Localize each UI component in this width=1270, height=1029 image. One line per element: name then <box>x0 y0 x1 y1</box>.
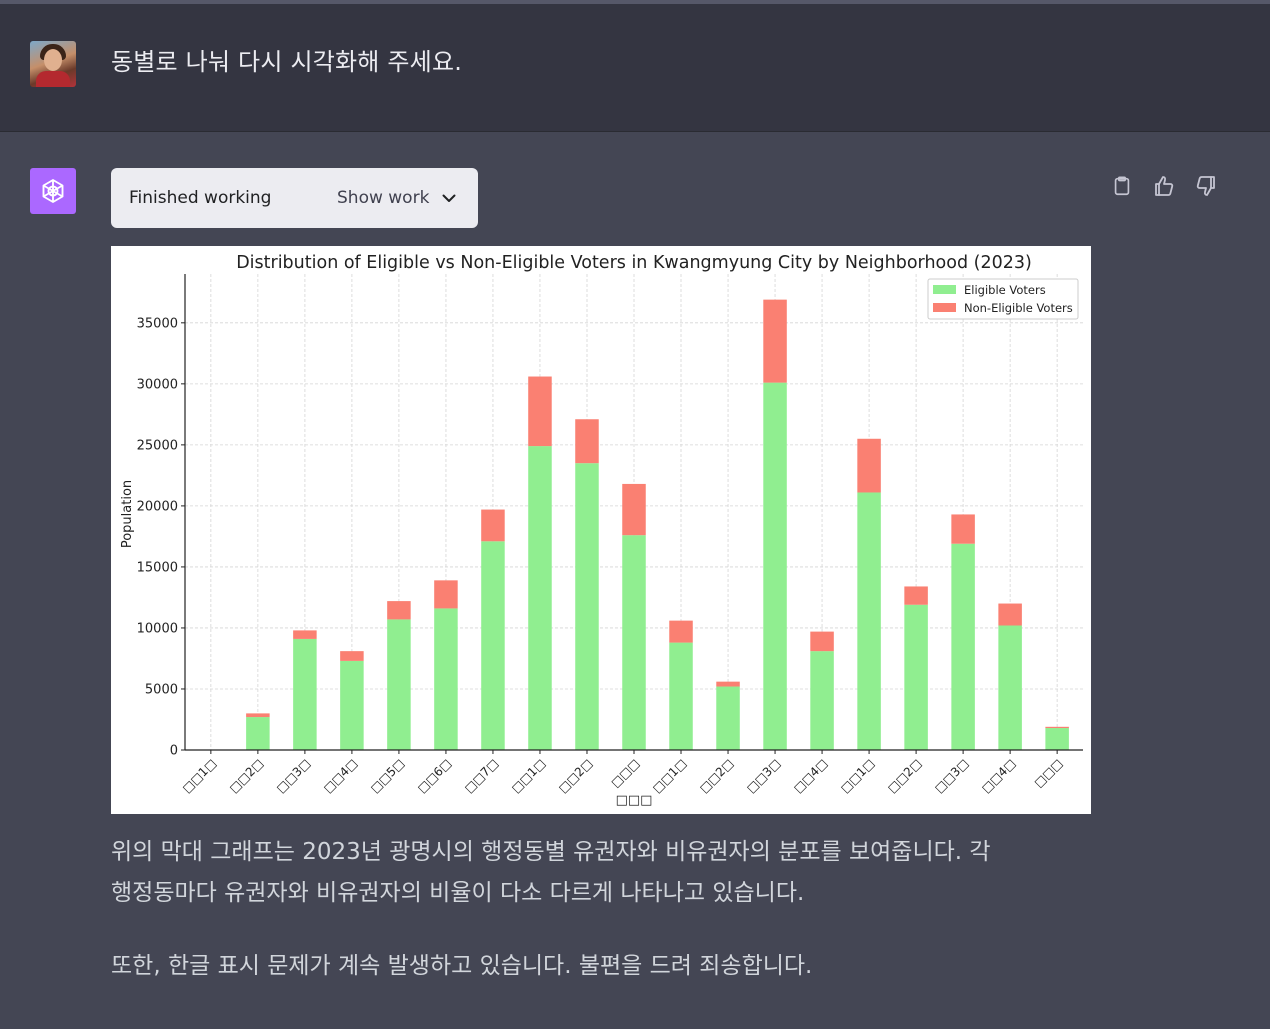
bar-eligible <box>669 642 693 750</box>
bar-non-eligible <box>810 631 834 652</box>
y-tick-label: 20000 <box>137 499 178 514</box>
bar-eligible <box>434 608 458 750</box>
assistant-paragraph-2: 또한, 한글 표시 문제가 계속 발생하고 있습니다. 불편을 드려 죄송합니다… <box>111 953 813 979</box>
y-tick-label: 10000 <box>137 621 178 636</box>
bar-eligible <box>810 651 834 750</box>
bar-eligible <box>1045 728 1069 750</box>
bar-non-eligible <box>387 601 411 620</box>
bar-non-eligible <box>951 514 975 544</box>
user-message-text: 동별로 나눠 다시 시각화해 주세요. <box>111 48 463 76</box>
chart-title: Distribution of Eligible vs Non-Eligible… <box>236 253 1032 273</box>
x-tick-label: □□1□ <box>180 756 219 795</box>
x-tick-label: □□4□ <box>979 756 1018 795</box>
x-tick-label: □□2□ <box>556 756 595 795</box>
bar-eligible <box>857 492 881 750</box>
bar-non-eligible <box>763 299 787 383</box>
x-tick-label: □□2□ <box>885 756 924 795</box>
bar-eligible <box>293 638 317 750</box>
x-tick-label: □□3□ <box>932 756 971 795</box>
x-tick-label: □□3□ <box>274 756 313 795</box>
x-tick-label: □□7□ <box>462 756 501 795</box>
legend-label-non-eligible: Non-Eligible Voters <box>964 301 1073 315</box>
y-tick-label: 0 <box>170 744 178 759</box>
chart-axes: 05000100001500020000250003000035000□□1□ □… <box>137 274 1083 796</box>
bar-non-eligible <box>246 713 270 718</box>
x-axis-label: □□□ <box>616 793 653 808</box>
work-status-label: Finished working <box>129 188 272 208</box>
y-axis-label: Population <box>120 480 135 548</box>
legend-label-eligible: Eligible Voters <box>964 283 1046 297</box>
x-tick-label: □□4□ <box>791 756 830 795</box>
legend-swatch-non-eligible <box>933 303 956 312</box>
bar-eligible <box>763 382 787 750</box>
y-tick-label: 25000 <box>137 438 178 453</box>
bar-non-eligible <box>622 483 646 536</box>
x-tick-label: □□4□ <box>321 756 360 795</box>
bar-non-eligible <box>575 419 599 464</box>
show-work-button[interactable]: Show work <box>337 188 429 208</box>
work-status-box[interactable]: Finished working Show work <box>111 168 478 228</box>
y-tick-label: 5000 <box>145 682 178 697</box>
x-tick-label: □□6□ <box>415 756 454 795</box>
x-tick-label: □□1□ <box>650 756 689 795</box>
y-tick-label: 35000 <box>137 316 178 331</box>
bar-non-eligible <box>340 651 364 661</box>
assistant-paragraph-1-line-2: 행정동마다 유권자와 비유권자의 비율이 다소 다르게 나타나고 있습니다. <box>111 880 805 906</box>
bar-eligible <box>481 541 505 750</box>
bar-non-eligible <box>998 603 1022 626</box>
bar-non-eligible <box>434 580 458 609</box>
bar-eligible <box>951 543 975 750</box>
bar-eligible <box>387 619 411 750</box>
bar-non-eligible <box>904 586 928 605</box>
bar-eligible <box>622 535 646 750</box>
bar-non-eligible <box>528 376 552 447</box>
bar-non-eligible <box>669 620 693 643</box>
x-tick-label: □□□ <box>1031 756 1065 790</box>
message-actions <box>1108 172 1220 200</box>
assistant-paragraph-1: 위의 막대 그래프는 2023년 광명시의 행정동별 유권자와 비유권자의 분포… <box>111 832 1111 914</box>
bar-non-eligible <box>293 630 317 639</box>
x-tick-label: □□5□ <box>368 756 407 795</box>
bar-eligible <box>340 660 364 750</box>
bar-eligible <box>575 463 599 750</box>
bar-non-eligible <box>716 681 740 687</box>
bar-eligible <box>246 717 270 750</box>
bar-eligible <box>998 625 1022 750</box>
x-tick-label: □□2□ <box>697 756 736 795</box>
thumbs-up-icon[interactable] <box>1150 172 1178 200</box>
chart-legend: Eligible Voters Non-Eligible Voters <box>927 278 1079 320</box>
x-tick-label: □□□ <box>608 756 642 790</box>
clipboard-icon[interactable] <box>1108 172 1136 200</box>
user-avatar <box>30 41 76 87</box>
x-tick-label: □□1□ <box>509 756 548 795</box>
y-tick-label: 15000 <box>137 560 178 575</box>
bar-non-eligible <box>1045 726 1069 729</box>
chart-image: Distribution of Eligible vs Non-Eligible… <box>111 246 1091 814</box>
thumbs-down-icon[interactable] <box>1192 172 1220 200</box>
chevron-down-icon[interactable] <box>441 190 457 210</box>
y-tick-label: 30000 <box>137 377 178 392</box>
x-tick-label: □□1□ <box>838 756 877 795</box>
bar-eligible <box>716 686 740 750</box>
bar-eligible <box>528 446 552 750</box>
legend-swatch-eligible <box>933 285 956 294</box>
user-message-row: 동별로 나눠 다시 시각화해 주세요. <box>0 4 1270 132</box>
stacked-bar-chart: Distribution of Eligible vs Non-Eligible… <box>120 253 1083 808</box>
bar-non-eligible <box>857 438 881 493</box>
openai-logo-icon <box>30 168 76 214</box>
bar-non-eligible <box>481 509 505 542</box>
x-tick-label: □□2□ <box>227 756 266 795</box>
x-tick-label: □□3□ <box>744 756 783 795</box>
assistant-paragraph-1-line-1: 위의 막대 그래프는 2023년 광명시의 행정동별 유권자와 비유권자의 분포… <box>111 839 991 865</box>
chart-bars <box>246 299 1069 750</box>
bar-eligible <box>904 604 928 750</box>
